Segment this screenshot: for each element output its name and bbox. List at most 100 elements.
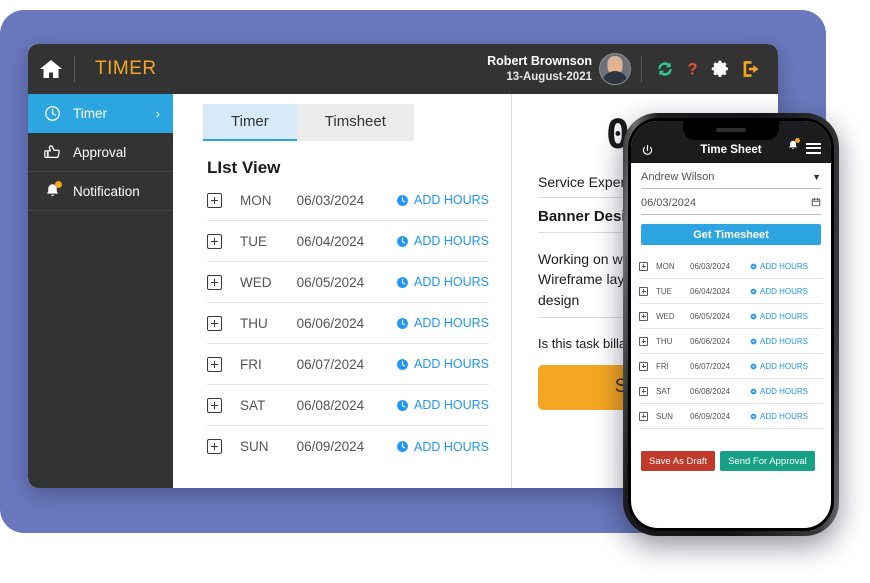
table-row[interactable]: MON 06/03/2024 ADD HOURS <box>207 180 489 221</box>
clock-icon <box>750 363 757 369</box>
add-hours-button[interactable]: ADD HOURS <box>750 387 808 396</box>
row-day: WED <box>656 311 675 321</box>
refresh-icon[interactable] <box>655 59 675 79</box>
list-item[interactable]: SUN 06/09/2024 ADD HOURS <box>639 404 823 429</box>
expand-plus-icon[interactable] <box>639 286 648 296</box>
table-row[interactable]: SAT 06/08/2024 ADD HOURS <box>207 385 489 426</box>
add-hours-button[interactable]: ADD HOURS <box>396 440 489 454</box>
list-item[interactable]: MON 06/03/2024 ADD HOURS <box>639 254 823 279</box>
table-row[interactable]: WED 06/05/2024 ADD HOURS <box>207 262 489 303</box>
expand-plus-icon[interactable] <box>639 411 648 421</box>
add-hours-button[interactable]: ADD HOURS <box>750 312 808 321</box>
table-row[interactable]: TUE 06/04/2024 ADD HOURS <box>207 221 489 262</box>
add-hours-button[interactable]: ADD HOURS <box>750 287 808 296</box>
add-hours-button[interactable]: ADD HOURS <box>396 398 489 412</box>
get-timesheet-button[interactable]: Get Timesheet <box>641 224 821 245</box>
avatar[interactable] <box>599 53 631 85</box>
row-day: WED <box>240 274 272 290</box>
date-input[interactable]: 06/03/2024 <box>641 189 821 215</box>
add-hours-button[interactable]: ADD HOURS <box>396 234 489 248</box>
add-hours-label: ADD HOURS <box>760 411 809 421</box>
list-item[interactable]: SAT 06/08/2024 ADD HOURS <box>639 379 823 404</box>
add-hours-button[interactable]: ADD HOURS <box>750 262 808 271</box>
add-hours-label: ADD HOURS <box>413 193 489 207</box>
add-hours-label: ADD HOURS <box>760 336 809 346</box>
hamburger-menu-icon[interactable] <box>806 142 821 154</box>
add-hours-button[interactable]: ADD HOURS <box>750 362 808 371</box>
list-item[interactable]: TUE 06/04/2024 ADD HOURS <box>639 279 823 304</box>
expand-plus-icon[interactable] <box>207 397 222 413</box>
expand-plus-icon[interactable] <box>639 386 648 396</box>
expand-plus-icon[interactable] <box>207 274 222 290</box>
add-hours-label: ADD HOURS <box>413 357 489 371</box>
clock-icon <box>750 413 757 419</box>
expand-plus-icon[interactable] <box>639 336 648 346</box>
employee-value: Andrew Wilson <box>641 171 715 183</box>
clock-icon <box>397 399 408 411</box>
logout-icon[interactable] <box>741 59 762 79</box>
row-day: FRI <box>656 361 669 371</box>
employee-select[interactable]: Andrew Wilson ▼ <box>641 163 821 189</box>
expand-plus-icon[interactable] <box>639 261 648 271</box>
header-right-cluster: Robert Brownson 13-August-2021 ? <box>487 44 778 94</box>
save-as-draft-button[interactable]: Save As Draft <box>641 451 716 471</box>
row-date: 06/08/2024 <box>296 397 365 413</box>
add-hours-button[interactable]: ADD HOURS <box>750 412 808 421</box>
row-date: 06/04/2024 <box>690 286 731 296</box>
table-row[interactable]: SUN 06/09/2024 ADD HOURS <box>207 426 489 467</box>
add-hours-label: ADD HOURS <box>760 386 809 396</box>
list-item[interactable]: THU 06/06/2024 ADD HOURS <box>639 329 823 354</box>
thumbs-up-icon <box>40 143 64 161</box>
phone-screen: Time Sheet Andrew Wilson ▼ 06/03/2024 Ge… <box>631 121 831 528</box>
expand-plus-icon[interactable] <box>207 356 222 372</box>
add-hours-button[interactable]: ADD HOURS <box>396 357 489 371</box>
list-item[interactable]: FRI 06/07/2024 ADD HOURS <box>639 354 823 379</box>
expand-plus-icon[interactable] <box>207 233 222 249</box>
expand-plus-icon[interactable] <box>207 192 222 208</box>
send-for-approval-button[interactable]: Send For Approval <box>720 451 815 471</box>
add-hours-button[interactable]: ADD HOURS <box>396 316 489 330</box>
sidebar-item-timer[interactable]: Timer › <box>28 94 173 133</box>
list-item[interactable]: WED 06/05/2024 ADD HOURS <box>639 304 823 329</box>
phone-bell-wrap[interactable] <box>787 138 800 157</box>
clock-icon <box>397 276 408 288</box>
row-date: 06/08/2024 <box>690 386 731 396</box>
clock-icon <box>750 388 757 394</box>
add-hours-label: ADD HOURS <box>413 316 489 330</box>
expand-plus-icon[interactable] <box>639 361 648 371</box>
tab-timer[interactable]: Timer <box>203 104 297 141</box>
sidebar-item-notification[interactable]: Notification <box>28 172 173 211</box>
user-date: 13-August-2021 <box>506 70 592 83</box>
table-row[interactable]: THU 06/06/2024 ADD HOURS <box>207 303 489 344</box>
help-icon[interactable]: ? <box>686 59 699 79</box>
row-date: 06/03/2024 <box>690 261 731 271</box>
chevron-down-icon: ▼ <box>812 172 821 182</box>
avatar-body <box>602 71 628 84</box>
row-day: SAT <box>240 397 266 413</box>
sidebar: Timer › Approval Notification <box>28 94 173 488</box>
table-row[interactable]: FRI 06/07/2024 ADD HOURS <box>207 344 489 385</box>
row-day: SAT <box>656 386 671 396</box>
add-hours-label: ADD HOURS <box>760 311 809 321</box>
sidebar-item-approval[interactable]: Approval <box>28 133 173 172</box>
phone-topbar-icons <box>787 138 821 157</box>
power-icon[interactable] <box>641 144 654 157</box>
settings-gear-icon[interactable] <box>710 59 730 79</box>
row-day: SUN <box>240 439 269 454</box>
notification-badge-dot <box>55 181 62 188</box>
add-hours-label: ADD HOURS <box>760 361 809 371</box>
calendar-icon[interactable] <box>811 197 821 209</box>
chevron-right-icon: › <box>155 106 160 121</box>
tab-timesheet[interactable]: Timsheet <box>296 104 414 141</box>
add-hours-button[interactable]: ADD HOURS <box>750 337 808 346</box>
expand-plus-icon[interactable] <box>639 311 648 321</box>
add-hours-label: ADD HOURS <box>413 398 489 412</box>
sidebar-item-label: Timer <box>73 106 107 121</box>
add-hours-button[interactable]: ADD HOURS <box>396 275 489 289</box>
header-action-icons: ? <box>655 59 762 79</box>
expand-plus-icon[interactable] <box>207 315 222 331</box>
add-hours-button[interactable]: ADD HOURS <box>396 193 489 207</box>
row-date: 06/04/2024 <box>296 233 365 249</box>
home-button[interactable] <box>28 44 74 94</box>
expand-plus-icon[interactable] <box>207 439 222 454</box>
